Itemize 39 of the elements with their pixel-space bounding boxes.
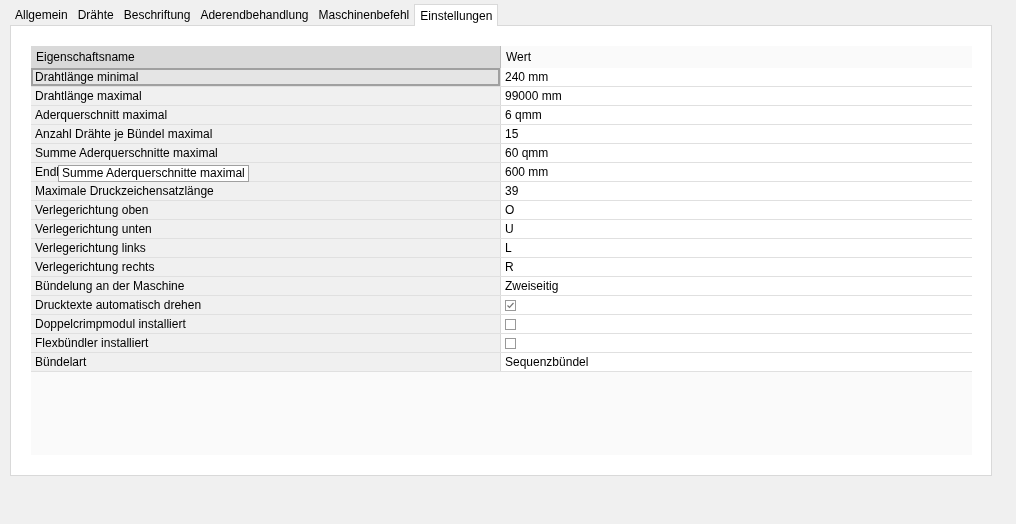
property-value: L (505, 240, 512, 257)
property-name[interactable]: Flexbündler installiert (31, 334, 501, 352)
checkbox[interactable] (505, 299, 516, 311)
property-name[interactable]: Verlegerichtung links (31, 239, 501, 257)
property-value: 39 (505, 183, 519, 200)
tab[interactable]: Drähte (72, 5, 119, 25)
property-value: Zweiseitig (505, 278, 559, 295)
property-value: 60 qmm (505, 145, 549, 162)
property-name[interactable]: Drucktexte automatisch drehen (31, 296, 501, 314)
property-value: 99000 mm (505, 88, 562, 105)
property-name[interactable]: Verlegerichtung oben (31, 201, 501, 219)
property-name[interactable]: Summe Aderquerschnitte maximal (31, 144, 501, 162)
property-name[interactable]: Drahtlänge minimal (31, 68, 501, 86)
property-name[interactable]: Bündelung an der Maschine (31, 277, 501, 295)
property-name[interactable]: Bündelart (31, 353, 501, 371)
property-value: U (505, 221, 514, 238)
property-value: 6 qmm (505, 107, 542, 124)
property-value: Sequenzbündel (505, 354, 589, 371)
tab[interactable]: Beschriftung (118, 5, 196, 25)
property-name[interactable]: Anzahl Drähte je Bündel maximal (31, 125, 501, 143)
tab[interactable]: Allgemein (10, 5, 73, 25)
property-value: 240 mm (505, 69, 549, 86)
property-name[interactable]: Drahtlänge maximal (31, 87, 501, 105)
column-header: Eigenschaftsname (31, 46, 501, 68)
property-name[interactable]: Verlegerichtung unten (31, 220, 501, 238)
property-value: O (505, 202, 515, 219)
property-name[interactable]: Maximale Druckzeichensatzlänge (31, 182, 501, 200)
property-name[interactable]: Doppelcrimpmodul installiert (31, 315, 501, 333)
property-value: 600 mm (505, 164, 549, 181)
tab[interactable]: Aderendbehandlung (195, 5, 314, 25)
property-value: 15 (505, 126, 519, 143)
checkbox[interactable] (505, 318, 516, 330)
checkbox[interactable] (505, 337, 516, 349)
property-name[interactable]: Aderquerschnitt maximal (31, 106, 501, 124)
tab[interactable]: Maschinenbefehl (313, 5, 415, 25)
property-name[interactable]: Verlegerichtung rechts (31, 258, 501, 276)
property-value: R (505, 259, 514, 276)
tooltip: Summe Aderquerschnitte maximal (58, 165, 249, 182)
tab[interactable]: Einstellungen (414, 4, 499, 26)
